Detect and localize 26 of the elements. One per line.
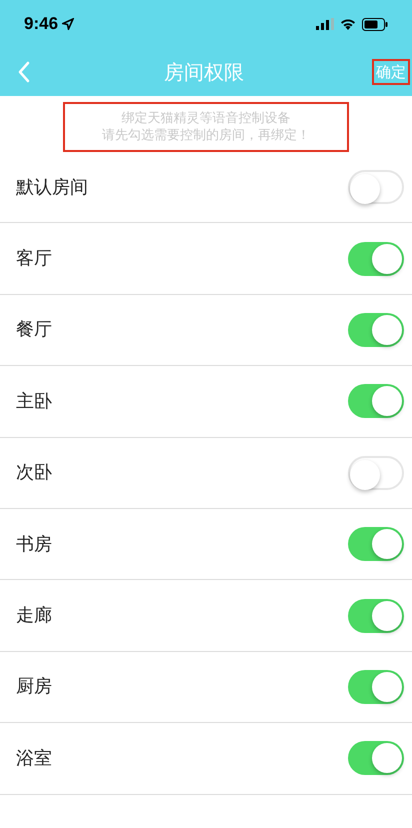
room-toggle[interactable] xyxy=(348,242,404,276)
signal-icon xyxy=(316,18,334,30)
room-label: 浴室 xyxy=(16,746,52,771)
room-toggle[interactable] xyxy=(348,598,404,633)
location-arrow-icon xyxy=(62,18,74,30)
room-toggle[interactable] xyxy=(348,741,404,776)
battery-icon xyxy=(362,18,388,30)
room-label: 餐厅 xyxy=(16,318,52,342)
room-label: 主卧 xyxy=(16,390,52,414)
room-label: 次卧 xyxy=(16,461,52,486)
room-toggle[interactable] xyxy=(348,312,404,347)
status-time: 9:46 xyxy=(24,13,58,36)
room-label: 客厅 xyxy=(16,247,52,272)
confirm-button[interactable]: 确定 xyxy=(372,59,410,85)
room-toggle[interactable] xyxy=(348,527,404,562)
back-chevron-icon xyxy=(17,61,31,83)
room-label: 走廊 xyxy=(16,604,52,628)
room-label: 默认房间 xyxy=(16,176,88,200)
wifi-icon xyxy=(340,18,356,30)
room-toggle[interactable] xyxy=(348,670,404,704)
room-label: 书房 xyxy=(16,532,52,557)
room-toggle[interactable] xyxy=(348,170,404,204)
page-title: 房间权限 xyxy=(164,59,244,86)
room-toggle[interactable] xyxy=(348,384,404,418)
room-toggle[interactable] xyxy=(348,456,404,490)
room-label: 厨房 xyxy=(16,675,52,700)
